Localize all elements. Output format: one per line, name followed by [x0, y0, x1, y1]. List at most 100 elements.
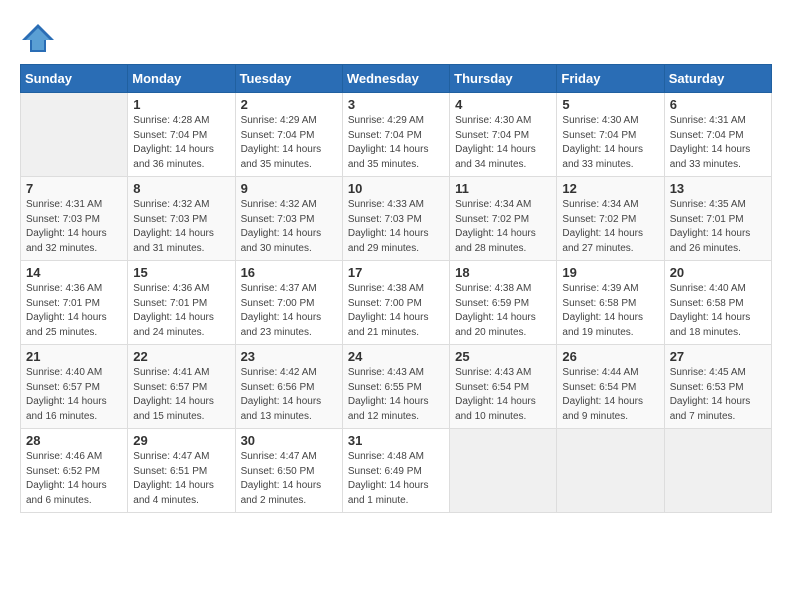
day-info: Sunrise: 4:43 AMSunset: 6:55 PMDaylight:… [348, 366, 444, 424]
header-friday: Friday [557, 65, 664, 93]
calendar-cell: 16 Sunrise: 4:37 AMSunset: 7:00 PMDayligh… [235, 261, 342, 345]
day-number: 15 [133, 265, 229, 280]
day-info: Sunrise: 4:30 AMSunset: 7:04 PMDaylight:… [562, 114, 658, 172]
day-number: 29 [133, 433, 229, 448]
day-info: Sunrise: 4:37 AMSunset: 7:00 PMDaylight:… [241, 282, 337, 340]
day-number: 17 [348, 265, 444, 280]
day-number: 5 [562, 97, 658, 112]
calendar-cell: 11 Sunrise: 4:34 AMSunset: 7:02 PMDayligh… [450, 177, 557, 261]
day-number: 25 [455, 349, 551, 364]
calendar-cell [21, 93, 128, 177]
day-number: 22 [133, 349, 229, 364]
calendar-week-3: 14 Sunrise: 4:36 AMSunset: 7:01 PMDayligh… [21, 261, 772, 345]
day-number: 13 [670, 181, 766, 196]
calendar-cell: 27Sunrise: 4:45 AMSunset: 6:53 PMDayligh… [664, 345, 771, 429]
calendar-cell: 1 Sunrise: 4:28 AMSunset: 7:04 PMDaylight… [128, 93, 235, 177]
day-number: 16 [241, 265, 337, 280]
calendar-cell: 13Sunrise: 4:35 AMSunset: 7:01 PMDayligh… [664, 177, 771, 261]
day-info: Sunrise: 4:32 AMSunset: 7:03 PMDaylight:… [241, 198, 337, 256]
calendar-cell: 5 Sunrise: 4:30 AMSunset: 7:04 PMDaylight… [557, 93, 664, 177]
day-info: Sunrise: 4:48 AMSunset: 6:49 PMDaylight:… [348, 450, 444, 508]
day-number: 9 [241, 181, 337, 196]
day-info: Sunrise: 4:38 AMSunset: 7:00 PMDaylight:… [348, 282, 444, 340]
day-number: 11 [455, 181, 551, 196]
day-info: Sunrise: 4:31 AMSunset: 7:03 PMDaylight:… [26, 198, 122, 256]
day-info: Sunrise: 4:31 AMSunset: 7:04 PMDaylight:… [670, 114, 766, 172]
calendar-cell [557, 429, 664, 513]
day-info: Sunrise: 4:46 AMSunset: 6:52 PMDaylight:… [26, 450, 122, 508]
calendar-cell: 15 Sunrise: 4:36 AMSunset: 7:01 PMDayligh… [128, 261, 235, 345]
logo [20, 20, 62, 56]
calendar-cell: 20Sunrise: 4:40 AMSunset: 6:58 PMDayligh… [664, 261, 771, 345]
calendar-cell [450, 429, 557, 513]
day-number: 7 [26, 181, 122, 196]
calendar-cell: 22 Sunrise: 4:41 AMSunset: 6:57 PMDayligh… [128, 345, 235, 429]
calendar-cell: 24Sunrise: 4:43 AMSunset: 6:55 PMDayligh… [342, 345, 449, 429]
calendar-cell: 3 Sunrise: 4:29 AMSunset: 7:04 PMDaylight… [342, 93, 449, 177]
day-number: 28 [26, 433, 122, 448]
day-info: Sunrise: 4:41 AMSunset: 6:57 PMDaylight:… [133, 366, 229, 424]
calendar-week-4: 21 Sunrise: 4:40 AMSunset: 6:57 PMDayligh… [21, 345, 772, 429]
day-number: 21 [26, 349, 122, 364]
day-info: Sunrise: 4:36 AMSunset: 7:01 PMDaylight:… [133, 282, 229, 340]
calendar-cell: 30 Sunrise: 4:47 AMSunset: 6:50 PMDayligh… [235, 429, 342, 513]
day-info: Sunrise: 4:33 AMSunset: 7:03 PMDaylight:… [348, 198, 444, 256]
calendar-cell: 10 Sunrise: 4:33 AMSunset: 7:03 PMDayligh… [342, 177, 449, 261]
header-saturday: Saturday [664, 65, 771, 93]
page-header [20, 20, 772, 56]
calendar-cell: 28 Sunrise: 4:46 AMSunset: 6:52 PMDayligh… [21, 429, 128, 513]
day-info: Sunrise: 4:38 AMSunset: 6:59 PMDaylight:… [455, 282, 551, 340]
day-number: 4 [455, 97, 551, 112]
day-info: Sunrise: 4:34 AMSunset: 7:02 PMDaylight:… [455, 198, 551, 256]
day-number: 19 [562, 265, 658, 280]
calendar-cell: 18Sunrise: 4:38 AMSunset: 6:59 PMDayligh… [450, 261, 557, 345]
calendar-cell: 25Sunrise: 4:43 AMSunset: 6:54 PMDayligh… [450, 345, 557, 429]
calendar-cell: 31 Sunrise: 4:48 AMSunset: 6:49 PMDayligh… [342, 429, 449, 513]
calendar-cell: 6 Sunrise: 4:31 AMSunset: 7:04 PMDaylight… [664, 93, 771, 177]
day-info: Sunrise: 4:29 AMSunset: 7:04 PMDaylight:… [348, 114, 444, 172]
day-number: 2 [241, 97, 337, 112]
calendar-cell: 26Sunrise: 4:44 AMSunset: 6:54 PMDayligh… [557, 345, 664, 429]
header-thursday: Thursday [450, 65, 557, 93]
day-info: Sunrise: 4:40 AMSunset: 6:57 PMDaylight:… [26, 366, 122, 424]
calendar-cell: 14 Sunrise: 4:36 AMSunset: 7:01 PMDayligh… [21, 261, 128, 345]
day-info: Sunrise: 4:28 AMSunset: 7:04 PMDaylight:… [133, 114, 229, 172]
day-number: 27 [670, 349, 766, 364]
day-info: Sunrise: 4:36 AMSunset: 7:01 PMDaylight:… [26, 282, 122, 340]
day-info: Sunrise: 4:34 AMSunset: 7:02 PMDaylight:… [562, 198, 658, 256]
day-number: 14 [26, 265, 122, 280]
day-number: 10 [348, 181, 444, 196]
day-number: 3 [348, 97, 444, 112]
day-info: Sunrise: 4:47 AMSunset: 6:51 PMDaylight:… [133, 450, 229, 508]
day-number: 20 [670, 265, 766, 280]
calendar-header-row: SundayMondayTuesdayWednesdayThursdayFrid… [21, 65, 772, 93]
calendar-cell: 4Sunrise: 4:30 AMSunset: 7:04 PMDaylight… [450, 93, 557, 177]
calendar-cell: 21 Sunrise: 4:40 AMSunset: 6:57 PMDayligh… [21, 345, 128, 429]
day-info: Sunrise: 4:29 AMSunset: 7:04 PMDaylight:… [241, 114, 337, 172]
day-info: Sunrise: 4:39 AMSunset: 6:58 PMDaylight:… [562, 282, 658, 340]
calendar-week-2: 7 Sunrise: 4:31 AMSunset: 7:03 PMDaylight… [21, 177, 772, 261]
header-tuesday: Tuesday [235, 65, 342, 93]
calendar-cell: 2 Sunrise: 4:29 AMSunset: 7:04 PMDaylight… [235, 93, 342, 177]
calendar-cell: 9 Sunrise: 4:32 AMSunset: 7:03 PMDaylight… [235, 177, 342, 261]
day-number: 12 [562, 181, 658, 196]
calendar-cell: 29 Sunrise: 4:47 AMSunset: 6:51 PMDayligh… [128, 429, 235, 513]
calendar-cell: 17 Sunrise: 4:38 AMSunset: 7:00 PMDayligh… [342, 261, 449, 345]
calendar-cell: 12 Sunrise: 4:34 AMSunset: 7:02 PMDayligh… [557, 177, 664, 261]
calendar-week-1: 1 Sunrise: 4:28 AMSunset: 7:04 PMDaylight… [21, 93, 772, 177]
calendar-cell: 23Sunrise: 4:42 AMSunset: 6:56 PMDayligh… [235, 345, 342, 429]
day-number: 30 [241, 433, 337, 448]
day-number: 1 [133, 97, 229, 112]
day-number: 31 [348, 433, 444, 448]
logo-icon [20, 20, 56, 56]
day-number: 26 [562, 349, 658, 364]
day-number: 8 [133, 181, 229, 196]
day-number: 23 [241, 349, 337, 364]
day-number: 6 [670, 97, 766, 112]
day-info: Sunrise: 4:47 AMSunset: 6:50 PMDaylight:… [241, 450, 337, 508]
calendar: SundayMondayTuesdayWednesdayThursdayFrid… [20, 64, 772, 513]
calendar-week-5: 28 Sunrise: 4:46 AMSunset: 6:52 PMDayligh… [21, 429, 772, 513]
header-wednesday: Wednesday [342, 65, 449, 93]
day-info: Sunrise: 4:32 AMSunset: 7:03 PMDaylight:… [133, 198, 229, 256]
calendar-cell: 8 Sunrise: 4:32 AMSunset: 7:03 PMDaylight… [128, 177, 235, 261]
